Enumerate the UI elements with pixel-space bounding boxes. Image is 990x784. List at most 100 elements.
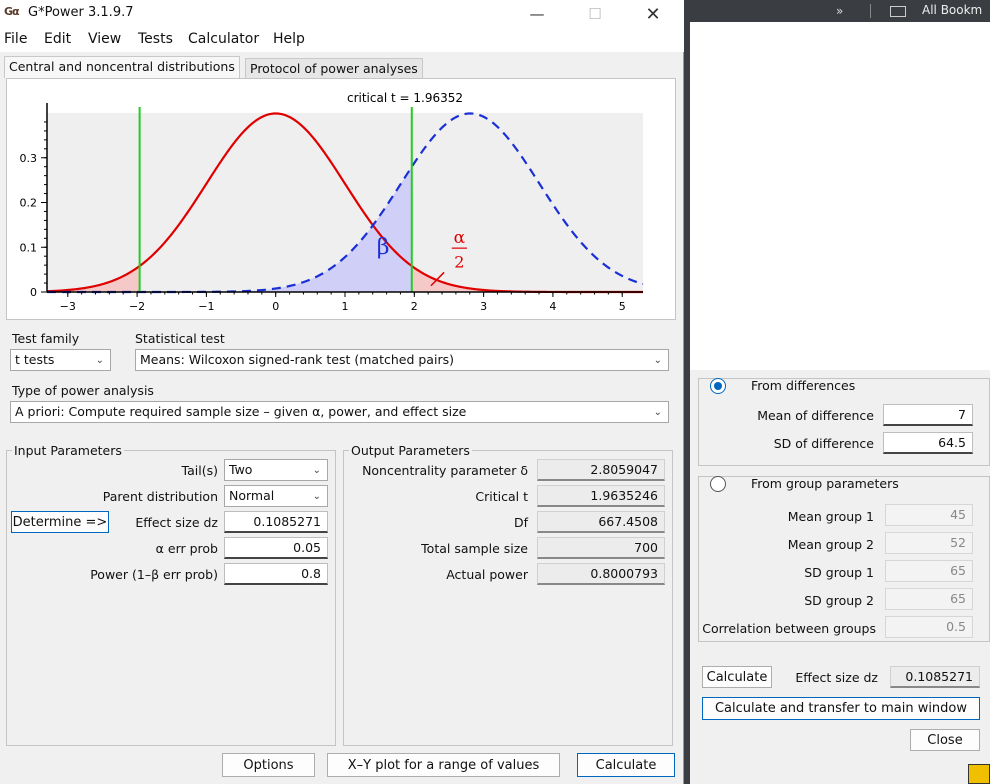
chevron-down-icon: ⌄ [312, 491, 321, 502]
critical-t-label: Critical t [475, 489, 528, 504]
power-analysis-label: Type of power analysis [12, 383, 154, 398]
x-tick-label: 5 [619, 300, 626, 313]
distribution-chart-panel: 0 0.1 0.2 0.3 −3 −2 −1 0 1 2 3 4 5 critical t = 1.963… [6, 78, 676, 320]
window-title: G*Power 3.1.9.7 [28, 5, 134, 20]
tab-protocol[interactable]: Protocol of power analyses [245, 58, 423, 78]
beta-annotation: β [377, 235, 390, 260]
bookmarks-label[interactable]: All Bookm [922, 3, 982, 17]
sd-group-1-label: SD group 1 [804, 565, 874, 580]
from-group-radio[interactable] [710, 476, 726, 492]
from-differences-radio[interactable] [710, 378, 726, 394]
alpha-denominator: 2 [454, 252, 464, 271]
alpha-field[interactable]: 0.05 [224, 537, 328, 559]
menu-tests[interactable]: Tests [138, 31, 173, 47]
effect-calculate-button[interactable]: Calculate [702, 666, 772, 688]
menu-view[interactable]: View [88, 31, 121, 47]
parent-distribution-select[interactable]: Normal ⌄ [224, 485, 328, 507]
x-tick-label: 0 [272, 300, 279, 313]
power-analysis-select[interactable]: A priori: Compute required sample size –… [10, 401, 669, 423]
minimize-icon[interactable]: — [514, 0, 560, 28]
mean-difference-label: Mean of difference [757, 408, 874, 423]
statistical-test-label: Statistical test [135, 331, 225, 346]
power-field[interactable]: 0.8 [224, 563, 328, 585]
x-tick-label: 3 [480, 300, 487, 313]
alpha-numerator: α [454, 228, 466, 248]
menu-bar: File Edit View Tests Calculator Help [0, 28, 684, 52]
maximize-icon[interactable]: ☐ [572, 0, 618, 28]
sd-difference-label: SD of difference [773, 436, 874, 451]
tails-select[interactable]: Two ⌄ [224, 459, 328, 481]
distribution-chart: 0 0.1 0.2 0.3 −3 −2 −1 0 1 2 3 4 5 critical t = 1.963… [20, 91, 644, 313]
df-label: Df [513, 515, 528, 530]
chart-title: critical t = 1.96352 [347, 91, 463, 105]
close-button[interactable]: Close [910, 729, 980, 751]
chevron-icon: » [836, 4, 844, 18]
folder-icon [890, 6, 906, 17]
chevron-down-icon: ⌄ [312, 465, 321, 476]
background-window-area [690, 22, 990, 370]
correlation-field[interactable]: 0.5 [885, 616, 973, 638]
taskbar-app-icon[interactable] [968, 764, 990, 784]
menu-calculator[interactable]: Calculator [188, 31, 259, 47]
x-tick-label: 4 [549, 300, 556, 313]
determine-button[interactable]: Determine => [11, 511, 109, 533]
divider [870, 4, 871, 18]
y-tick-label: 0.2 [20, 197, 38, 210]
effect-size-dz-label: Effect size dz [795, 670, 878, 685]
parent-distribution-label: Parent distribution [102, 489, 218, 504]
menu-help[interactable]: Help [273, 31, 305, 47]
x-tick-label: 1 [342, 300, 349, 313]
xy-plot-button[interactable]: X–Y plot for a range of values [327, 753, 560, 777]
critical-t-value: 1.9635246 [537, 485, 665, 507]
calculate-transfer-button[interactable]: Calculate and transfer to main window [702, 697, 980, 720]
output-parameters-title: Output Parameters [349, 443, 472, 458]
test-family-value: t tests [15, 352, 55, 367]
chevron-down-icon: ⌄ [653, 407, 662, 418]
close-icon[interactable]: ✕ [630, 0, 676, 28]
background-browser-bar: » All Bookm [690, 0, 990, 22]
menu-file[interactable]: File [4, 31, 27, 47]
sd-group-2-label: SD group 2 [804, 593, 874, 608]
parent-distribution-value: Normal [229, 488, 275, 503]
power-label: Power (1–β err prob) [90, 567, 218, 582]
total-sample-size-label: Total sample size [421, 541, 528, 556]
mean-group-1-label: Mean group 1 [787, 509, 874, 524]
chevron-down-icon: ⌄ [653, 355, 662, 366]
sd-difference-field[interactable]: 64.5 [883, 432, 973, 454]
x-tick-label: −1 [198, 300, 214, 313]
sd-group-2-field[interactable]: 65 [885, 588, 973, 610]
actual-power-value: 0.8000793 [537, 563, 665, 585]
effect-size-window: From differences Mean of difference 7 SD… [690, 370, 990, 784]
options-button[interactable]: Options [222, 753, 315, 777]
calculate-button[interactable]: Calculate [577, 753, 675, 777]
power-analysis-value: A priori: Compute required sample size –… [15, 404, 467, 419]
from-differences-label: From differences [751, 378, 856, 393]
y-tick-label: 0 [30, 286, 37, 299]
mean-group-2-field[interactable]: 52 [885, 532, 973, 554]
statistical-test-select[interactable]: Means: Wilcoxon signed-rank test (matche… [135, 349, 669, 371]
actual-power-label: Actual power [446, 567, 528, 582]
alpha-label: α err prob [155, 541, 218, 556]
sd-group-1-field[interactable]: 65 [885, 560, 973, 582]
x-tick-label: −3 [60, 300, 76, 313]
tab-distributions[interactable]: Central and noncentral distributions [4, 56, 240, 78]
statistical-test-value: Means: Wilcoxon signed-rank test (matche… [140, 352, 454, 367]
df-value: 667.4508 [537, 511, 665, 533]
effect-size-dz-value: 0.1085271 [890, 666, 980, 688]
test-family-select[interactable]: t tests ⌄ [10, 349, 111, 371]
noncentrality-value: 2.8059047 [537, 459, 665, 481]
mean-group-2-label: Mean group 2 [787, 537, 874, 552]
app-logo-icon: Gα [4, 5, 20, 18]
mean-group-1-field[interactable]: 45 [885, 504, 973, 526]
y-tick-label: 0.3 [20, 152, 38, 165]
x-tick-label: −2 [129, 300, 145, 313]
gpower-main-window: Gα G*Power 3.1.9.7 — ☐ ✕ File Edit View … [0, 0, 684, 784]
menu-edit[interactable]: Edit [44, 31, 71, 47]
mean-difference-field[interactable]: 7 [883, 404, 973, 426]
total-sample-size-value: 700 [537, 537, 665, 559]
effect-size-field[interactable]: 0.1085271 [224, 511, 328, 533]
input-parameters-title: Input Parameters [12, 443, 124, 458]
correlation-label: Correlation between groups [702, 621, 876, 636]
tails-label: Tail(s) [181, 463, 218, 478]
x-tick-label: 2 [411, 300, 418, 313]
